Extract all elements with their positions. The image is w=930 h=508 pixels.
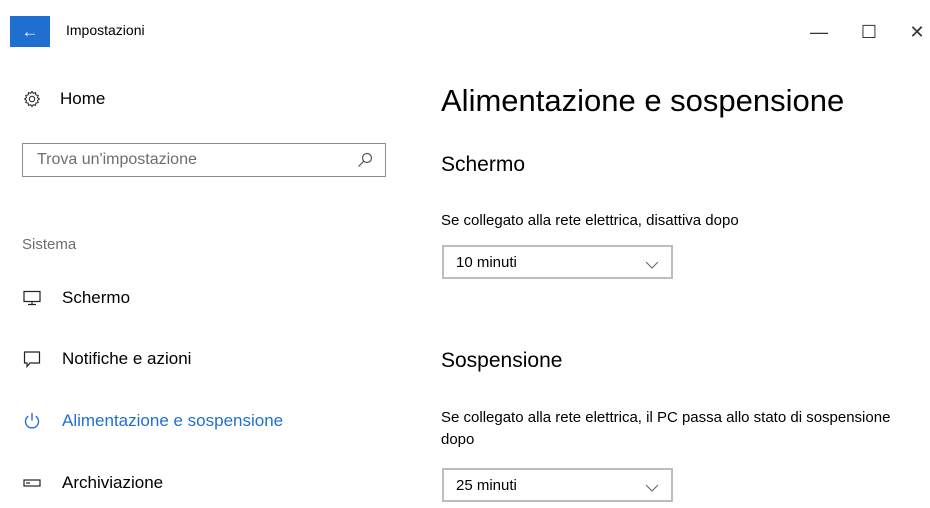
maximize-icon: ☐: [860, 22, 878, 42]
minimize-icon: —: [810, 22, 828, 42]
search-input[interactable]: [23, 144, 357, 176]
sleep-timeout-dropdown[interactable]: 25 minuti: [442, 468, 673, 502]
notification-icon: [22, 349, 42, 369]
title-bar: ← Impostazioni — ☐ ✕: [0, 0, 930, 47]
sidebar-item-label: Notifiche e azioni: [62, 349, 192, 368]
storage-icon: [22, 473, 42, 493]
page-title: Alimentazione e sospensione: [441, 83, 845, 118]
section-heading-schermo: Schermo: [441, 153, 526, 176]
dropdown-value: 25 minuti: [456, 477, 517, 494]
maximize-button[interactable]: ☐: [853, 18, 885, 46]
search-box: [22, 143, 386, 177]
sidebar-item-schermo[interactable]: Schermo: [22, 288, 130, 308]
sidebar: Home Sistema: [0, 47, 410, 508]
sidebar-item-alimentazione[interactable]: Alimentazione e sospensione: [22, 411, 283, 431]
gear-icon: [22, 89, 42, 109]
close-button[interactable]: ✕: [904, 18, 930, 46]
power-icon: [22, 411, 42, 431]
main-content: Alimentazione e sospensione Schermo Se c…: [441, 47, 930, 508]
close-icon: ✕: [909, 22, 925, 42]
section-heading-sospensione: Sospensione: [441, 349, 563, 372]
back-arrow-icon: ←: [21, 22, 39, 41]
sleep-timeout-label: Se collegato alla rete elettrica, il PC …: [441, 409, 891, 448]
sidebar-item-label: Alimentazione e sospensione: [62, 411, 284, 430]
search-icon[interactable]: [357, 152, 373, 168]
back-button[interactable]: ←: [10, 16, 50, 47]
chevron-down-icon: [645, 480, 659, 492]
sidebar-item-archiviazione[interactable]: Archiviazione: [22, 473, 163, 493]
sidebar-item-notifiche[interactable]: Notifiche e azioni: [22, 349, 191, 369]
chevron-down-icon: [645, 257, 659, 269]
section-label-sistema: Sistema: [22, 236, 77, 253]
window-title: Impostazioni: [66, 22, 145, 38]
sidebar-item-label: Archiviazione: [62, 473, 164, 492]
home-link[interactable]: Home: [22, 89, 105, 109]
home-label: Home: [60, 89, 106, 108]
screen-timeout-label: Se collegato alla rete elettrica, disatt…: [441, 212, 739, 229]
monitor-icon: [22, 288, 42, 308]
dropdown-value: 10 minuti: [456, 254, 517, 271]
sidebar-item-label: Schermo: [62, 288, 131, 307]
minimize-button[interactable]: —: [803, 18, 835, 46]
settings-window: ← Impostazioni — ☐ ✕ Home Trova un'impos…: [0, 0, 930, 508]
screen-timeout-dropdown[interactable]: 10 minuti: [442, 245, 673, 279]
